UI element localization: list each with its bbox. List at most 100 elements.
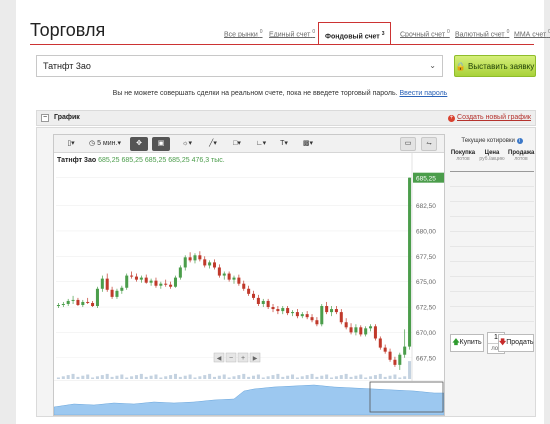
candle-body (81, 301, 85, 305)
volume-bar (134, 375, 138, 379)
candle-body (227, 273, 231, 280)
volume-bar (242, 373, 246, 379)
chart-panel-title: График (54, 114, 80, 121)
candle-body (373, 326, 377, 339)
candle-body (388, 351, 392, 360)
price-chart[interactable]: 685,25 682,50 680,00 677,50 675,00 672,50 670,… (54, 153, 444, 415)
collapse-icon[interactable]: − (41, 114, 49, 122)
candle-body (359, 327, 363, 335)
scroll-right-icon: ▶ (253, 356, 258, 362)
candle-body (149, 280, 153, 283)
line-tool-icon[interactable]: ╱▾ (202, 137, 224, 151)
candle-body (237, 277, 241, 284)
indicators-icon[interactable]: ☼▾ (176, 137, 198, 151)
candle-body (295, 312, 299, 317)
y-tick-label: 675,00 (416, 279, 436, 286)
quotes-rows (450, 172, 534, 322)
volume-bar (120, 374, 124, 379)
volume-bar (169, 375, 173, 379)
volume-bar (286, 375, 290, 379)
candle-body (330, 309, 334, 313)
candle-body (110, 289, 114, 297)
tab-futures-account[interactable]: Срочный счет 0 (400, 29, 450, 38)
chart-type-icon[interactable]: ▯▾ (60, 137, 82, 151)
quote-row (450, 292, 534, 307)
trading-page: Торговля Все рынки 0 Единый счет 0 Фондо… (16, 0, 550, 424)
volume-bar (198, 376, 202, 379)
candle-body (261, 300, 265, 304)
volume-bar (178, 376, 182, 379)
volume-bar (398, 377, 402, 379)
y-tick-label: 680,00 (416, 228, 436, 235)
quote-row (450, 187, 534, 202)
candle-body (305, 314, 309, 318)
volume-bar (271, 375, 275, 379)
volume-bar (66, 375, 70, 379)
candle-body (247, 288, 251, 294)
candle-body (76, 299, 80, 305)
interval-select[interactable]: ◷ 5 мин.▾ (86, 137, 124, 151)
tab-all-markets[interactable]: Все рынки 0 (224, 29, 263, 38)
candle-body (334, 309, 338, 313)
candle-body (95, 288, 99, 307)
tab-unified-account[interactable]: Единый счет 0 (269, 29, 315, 38)
candle-body (222, 273, 226, 276)
volume-bar (100, 375, 104, 379)
candle-body (393, 359, 397, 365)
tab-stock-account[interactable]: Фондовый счет 3 (318, 22, 392, 45)
candle-body (271, 307, 275, 310)
volume-bar (105, 373, 109, 379)
tab-mma-account[interactable]: ММА счет 0 (514, 29, 550, 38)
quote-row (450, 217, 534, 232)
candle-body (256, 297, 260, 304)
shape-tool-icon[interactable]: □▾ (226, 137, 248, 151)
instrument-select[interactable]: Татнфт 3ао ⌄ (36, 55, 443, 77)
quotes-title: Текущие котировки (461, 138, 515, 144)
volume-bar (300, 376, 304, 379)
chevron-down-icon: ⌄ (429, 61, 436, 70)
quote-row (450, 232, 534, 247)
buy-button[interactable]: 🡅Купить (450, 334, 484, 352)
candle-body (266, 300, 270, 308)
instrument-value: Татнфт 3ао (43, 61, 91, 71)
volume-bar (403, 376, 407, 379)
sell-button[interactable]: 🡇Продать (498, 334, 534, 352)
volume-bar (315, 376, 319, 379)
enter-password-link[interactable]: Ввести пароль (400, 90, 448, 97)
fullscreen-icon[interactable]: ⥊ (421, 137, 437, 151)
candle-body (178, 267, 182, 278)
candle-body (130, 275, 134, 277)
info-icon[interactable]: i (516, 138, 523, 144)
crosshair-icon[interactable]: ✥ (130, 137, 148, 151)
candle-body (164, 283, 168, 285)
volume-bar (149, 375, 153, 379)
volume-bar (222, 374, 226, 379)
volume-bar (378, 373, 382, 379)
text-tool-icon[interactable]: T▾ (274, 137, 294, 151)
candle-body (344, 322, 348, 328)
candle-body (369, 326, 373, 329)
volume-bar (334, 376, 338, 379)
candle-body (364, 328, 368, 335)
tab-currency-account[interactable]: Валютный счет 0 (455, 29, 509, 38)
save-icon[interactable]: ▣ (152, 137, 170, 151)
candle-body (281, 308, 285, 312)
candle-body (56, 305, 60, 307)
candle-body (139, 277, 143, 280)
candle-body (183, 257, 187, 268)
volume-bar (76, 376, 80, 379)
place-order-button[interactable]: 🔒 Выставить заявку (454, 55, 536, 77)
create-new-chart-link[interactable]: + Создать новый график (448, 114, 531, 122)
volume-bar (291, 374, 295, 379)
image-tool-icon[interactable]: ▩▾ (297, 137, 319, 151)
candle-body (291, 312, 295, 314)
candle-body (86, 301, 90, 303)
candle-body (61, 303, 65, 305)
volume-bar (295, 377, 299, 379)
candle-body (144, 277, 148, 283)
screenshot-icon[interactable]: ▭ (400, 137, 416, 151)
fibonacci-tool-icon[interactable]: ∟▾ (250, 137, 272, 151)
trade-password-notice: Вы не можете совершать сделки на реально… (16, 90, 544, 97)
volume-bar (159, 377, 163, 379)
volume-bar (393, 374, 397, 379)
